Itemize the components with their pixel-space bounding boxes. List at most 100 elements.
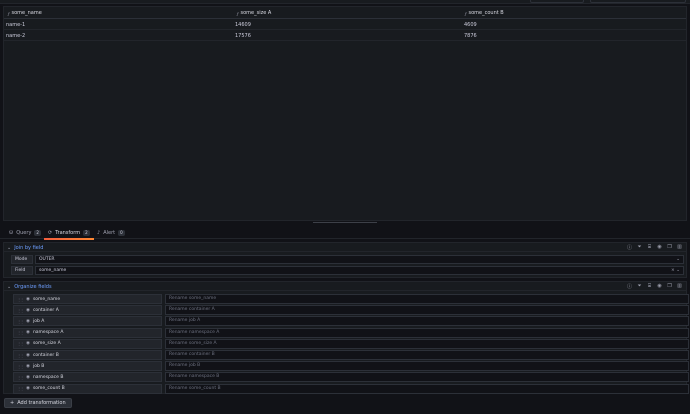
table-cell: 14609 <box>235 22 251 28</box>
rename-field-input[interactable]: Rename container A <box>165 305 689 316</box>
field-name-cell[interactable]: ⋮⋮ ◉ container B <box>13 350 162 360</box>
field-name-cell[interactable]: ⋮⋮ ◉ container A <box>13 305 162 316</box>
organize-field-row: ⋮⋮ ◉ some_name Rename some_name <box>13 294 689 304</box>
field-name-cell[interactable]: ⋮⋮ ◉ some_size A <box>13 338 162 349</box>
table-cell: 17576 <box>235 33 251 39</box>
tab-alert[interactable]: ♪ Alert 0 <box>97 228 125 238</box>
eye-icon[interactable]: ◉ <box>26 308 30 313</box>
tab-transform[interactable]: ⟳ Transform 2 <box>44 228 94 240</box>
field-name: some_name <box>32 296 61 302</box>
table-cell: 7876 <box>464 33 477 39</box>
mode-select[interactable]: OUTER ⌄ <box>35 255 684 264</box>
field-name-cell[interactable]: ⋮⋮ ◉ some_name <box>13 294 162 304</box>
debug-icon[interactable]: ⌸ <box>647 283 652 290</box>
chevron-down-icon[interactable]: ⌄ <box>7 245 11 251</box>
field-name-cell[interactable]: ⋮⋮ ◉ namespace A <box>13 327 162 338</box>
eye-icon[interactable]: ◉ <box>26 386 30 391</box>
tab-query[interactable]: ⛁ Query 2 <box>9 228 41 238</box>
field-row: Field some_name × ⌄ <box>11 266 684 275</box>
eye-icon[interactable]: ◉ <box>26 297 30 302</box>
filter-icon[interactable]: ⏷ <box>637 244 642 251</box>
table-cell: 4609 <box>464 22 477 28</box>
panel-resize-handle[interactable] <box>313 222 377 224</box>
field-name: container B <box>32 352 59 358</box>
table-panel: ƒ some_name ƒ some_size A ƒ some_count B… <box>3 6 687 221</box>
organize-field-row: ⋮⋮ ◉ container B Rename container B <box>13 350 689 360</box>
chevron-down-icon: ⌄ <box>676 257 680 262</box>
rename-field-input[interactable]: Rename some_size A <box>165 338 689 349</box>
field-name-cell[interactable]: ⋮⋮ ◉ job A <box>13 316 162 327</box>
tab-count-badge: 2 <box>83 230 90 236</box>
copy-icon[interactable]: ❐ <box>667 283 672 290</box>
rename-field-input[interactable]: Rename job B <box>165 361 689 372</box>
eye-icon[interactable]: ◉ <box>657 283 662 290</box>
eye-icon[interactable]: ◉ <box>26 375 30 380</box>
drag-handle-icon[interactable]: ⋮⋮ <box>17 297 24 302</box>
column-header-1[interactable]: ƒ some_size A <box>237 10 271 16</box>
rename-field-input[interactable]: Rename some_count B <box>165 383 689 394</box>
organize-field-row: ⋮⋮ ◉ some_size A Rename some_size A <box>13 338 689 349</box>
database-icon: ⛁ <box>9 230 14 236</box>
organize-field-row: ⋮⋮ ◉ job B Rename job B <box>13 361 689 372</box>
field-name-cell[interactable]: ⋮⋮ ◉ job B <box>13 361 162 372</box>
organize-field-row: ⋮⋮ ◉ namespace B Rename namespace B <box>13 372 689 383</box>
drag-handle-icon[interactable]: ⋮⋮ <box>17 375 24 380</box>
transform-icon: ⟳ <box>48 230 53 236</box>
rename-field-input[interactable]: Rename some_name <box>165 294 689 304</box>
field-name: some_count B <box>32 386 65 392</box>
trash-icon[interactable]: ▥ <box>677 283 682 290</box>
rename-field-input[interactable]: Rename namespace B <box>165 372 689 383</box>
drag-handle-icon[interactable]: ⋮⋮ <box>17 319 24 324</box>
rename-field-input[interactable]: Rename namespace A <box>165 327 689 338</box>
filter-icon[interactable]: ⏷ <box>637 283 642 290</box>
drag-handle-icon[interactable]: ⋮⋮ <box>17 353 24 358</box>
chevron-down-icon[interactable]: ⌄ <box>7 284 11 290</box>
field-name-cell[interactable]: ⋮⋮ ◉ namespace B <box>13 372 162 383</box>
trash-icon[interactable]: ▥ <box>677 244 682 251</box>
card-header[interactable]: ⌄ Join by field ⓘ ⏷ ⌸ ◉ ❐ ▥ <box>4 243 686 252</box>
organize-field-row: ⋮⋮ ◉ some_count B Rename some_count B <box>13 383 689 394</box>
rename-field-input[interactable]: Rename job A <box>165 316 689 327</box>
card-header[interactable]: ⌄ Organize fields ⓘ ⏷ ⌸ ◉ ❐ ▥ <box>4 282 686 291</box>
card-title: Organize fields <box>14 284 52 290</box>
field-name: container A <box>32 307 59 313</box>
table-row: name-2 17576 7876 <box>4 30 686 41</box>
eye-icon[interactable]: ◉ <box>657 244 662 251</box>
column-header-2[interactable]: ƒ some_count B <box>465 10 504 16</box>
table-cell: name-1 <box>6 22 26 28</box>
drag-handle-icon[interactable]: ⋮⋮ <box>17 341 24 346</box>
eye-icon[interactable]: ◉ <box>26 319 30 324</box>
organize-field-row: ⋮⋮ ◉ container A Rename container A <box>13 305 689 316</box>
eye-icon[interactable]: ◉ <box>26 341 30 346</box>
table-header: ƒ some_name ƒ some_size A ƒ some_count B <box>4 7 686 19</box>
drag-handle-icon[interactable]: ⋮⋮ <box>17 386 24 391</box>
organize-field-row: ⋮⋮ ◉ namespace A Rename namespace A <box>13 327 689 338</box>
drag-handle-icon[interactable]: ⋮⋮ <box>17 330 24 335</box>
card-title: Join by field <box>14 245 44 251</box>
drag-handle-icon[interactable]: ⋮⋮ <box>17 364 24 369</box>
function-icon: ƒ <box>465 10 467 16</box>
transformation-organize-fields: ⌄ Organize fields ⓘ ⏷ ⌸ ◉ ❐ ▥ ⋮⋮ ◉ some_na… <box>3 281 689 394</box>
tab-count-badge: 2 <box>34 230 41 236</box>
field-select[interactable]: some_name × ⌄ <box>35 266 684 275</box>
plus-icon: + <box>10 400 15 406</box>
column-header-0[interactable]: ƒ some_name <box>8 10 42 16</box>
clear-and-chevron-icon: × ⌄ <box>671 268 680 273</box>
eye-icon[interactable]: ◉ <box>26 353 30 358</box>
toolbar-pill[interactable] <box>590 0 686 3</box>
eye-icon[interactable]: ◉ <box>26 330 30 335</box>
help-icon[interactable]: ⓘ <box>627 283 632 290</box>
toolbar-pill[interactable] <box>530 0 584 3</box>
drag-handle-icon[interactable]: ⋮⋮ <box>17 308 24 313</box>
top-toolbar-strip <box>0 0 690 4</box>
field-name-cell[interactable]: ⋮⋮ ◉ some_count B <box>13 383 162 394</box>
eye-icon[interactable]: ◉ <box>26 364 30 369</box>
table-row: name-1 14609 4609 <box>4 19 686 30</box>
help-icon[interactable]: ⓘ <box>627 244 632 251</box>
add-transformation-button[interactable]: + Add transformation <box>4 398 72 408</box>
table-cell: name-2 <box>6 33 26 39</box>
copy-icon[interactable]: ❐ <box>667 244 672 251</box>
debug-icon[interactable]: ⌸ <box>647 244 652 251</box>
organize-field-row: ⋮⋮ ◉ job A Rename job A <box>13 316 689 327</box>
rename-field-input[interactable]: Rename container B <box>165 350 689 360</box>
